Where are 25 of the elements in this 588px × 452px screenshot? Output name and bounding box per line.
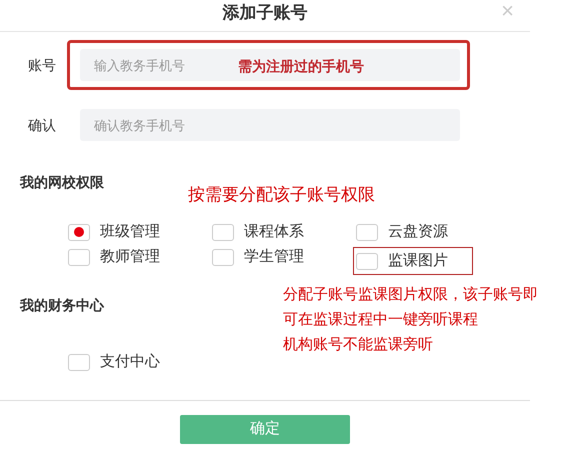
permission-checkbox[interactable]: 课程体系 bbox=[212, 222, 304, 242]
checkbox[interactable] bbox=[212, 224, 234, 240]
checkbox[interactable] bbox=[356, 252, 378, 270]
field-label: 账号 bbox=[27, 56, 57, 74]
annotation-text: 按需要分配该子账号权限 bbox=[188, 184, 375, 206]
checkbox[interactable] bbox=[212, 248, 234, 266]
permission-checkbox[interactable]: 学生管理 bbox=[212, 247, 304, 267]
permission-checkbox[interactable]: 监课图片 bbox=[353, 247, 473, 275]
permission-checkbox[interactable]: 教师管理 bbox=[68, 247, 160, 267]
annotation-text: 可在监课过程中一键旁听课程 bbox=[283, 310, 478, 330]
field-label: 确认 bbox=[27, 116, 57, 134]
checkbox[interactable] bbox=[356, 224, 378, 240]
annotation-text: 分配子账号监课图片权限，该子账号即 bbox=[283, 285, 538, 305]
permission-checkbox[interactable]: 班级管理 bbox=[68, 222, 160, 242]
checkbox[interactable] bbox=[68, 224, 90, 240]
dialog-title: 添加子账号 bbox=[222, 2, 308, 24]
checkbox[interactable] bbox=[68, 354, 90, 370]
phone-input[interactable]: 确认教务手机号 bbox=[80, 109, 460, 141]
note-text: 需为注册过的手机号 bbox=[238, 57, 364, 76]
section-title: 我的网校权限 bbox=[20, 173, 104, 192]
annotation-text: 机构账号不能监课旁听 bbox=[283, 335, 433, 355]
permission-checkbox[interactable]: 支付中心 bbox=[68, 352, 160, 372]
permission-checkbox[interactable]: 云盘资源 bbox=[356, 222, 448, 242]
section-title: 我的财务中心 bbox=[20, 296, 104, 315]
checkbox[interactable] bbox=[68, 248, 90, 266]
